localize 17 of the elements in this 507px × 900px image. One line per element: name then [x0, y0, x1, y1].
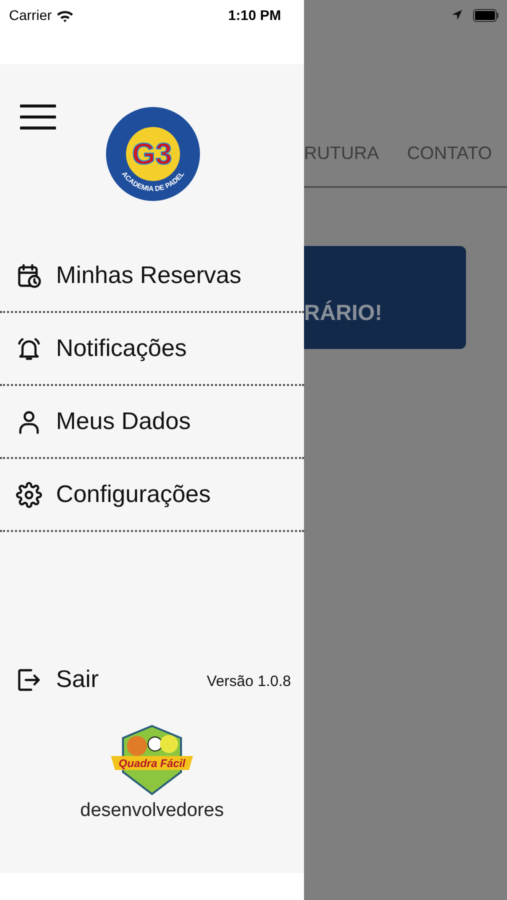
logout-button[interactable]: Sair	[16, 662, 99, 698]
status-time: 1:10 PM	[228, 6, 281, 25]
developer-logo: Quadra Fácil	[109, 724, 195, 796]
calendar-clock-icon	[16, 262, 42, 288]
banner-text: RÁRIO!	[304, 299, 382, 327]
carrier-label: Carrier	[9, 6, 52, 25]
version-label: Versão 1.0.8	[206, 672, 291, 692]
wifi-icon	[56, 8, 74, 22]
developer-caption: desenvolvedores	[80, 798, 224, 822]
bell-icon	[16, 336, 42, 362]
menu-icon[interactable]	[20, 104, 56, 130]
battery-icon	[473, 9, 499, 22]
settings-icon	[16, 482, 42, 508]
location-arrow-icon	[451, 9, 463, 21]
tab-label: RUTURA	[304, 142, 379, 164]
tab-label: CONTATO	[407, 142, 492, 164]
logout-icon	[16, 666, 42, 692]
